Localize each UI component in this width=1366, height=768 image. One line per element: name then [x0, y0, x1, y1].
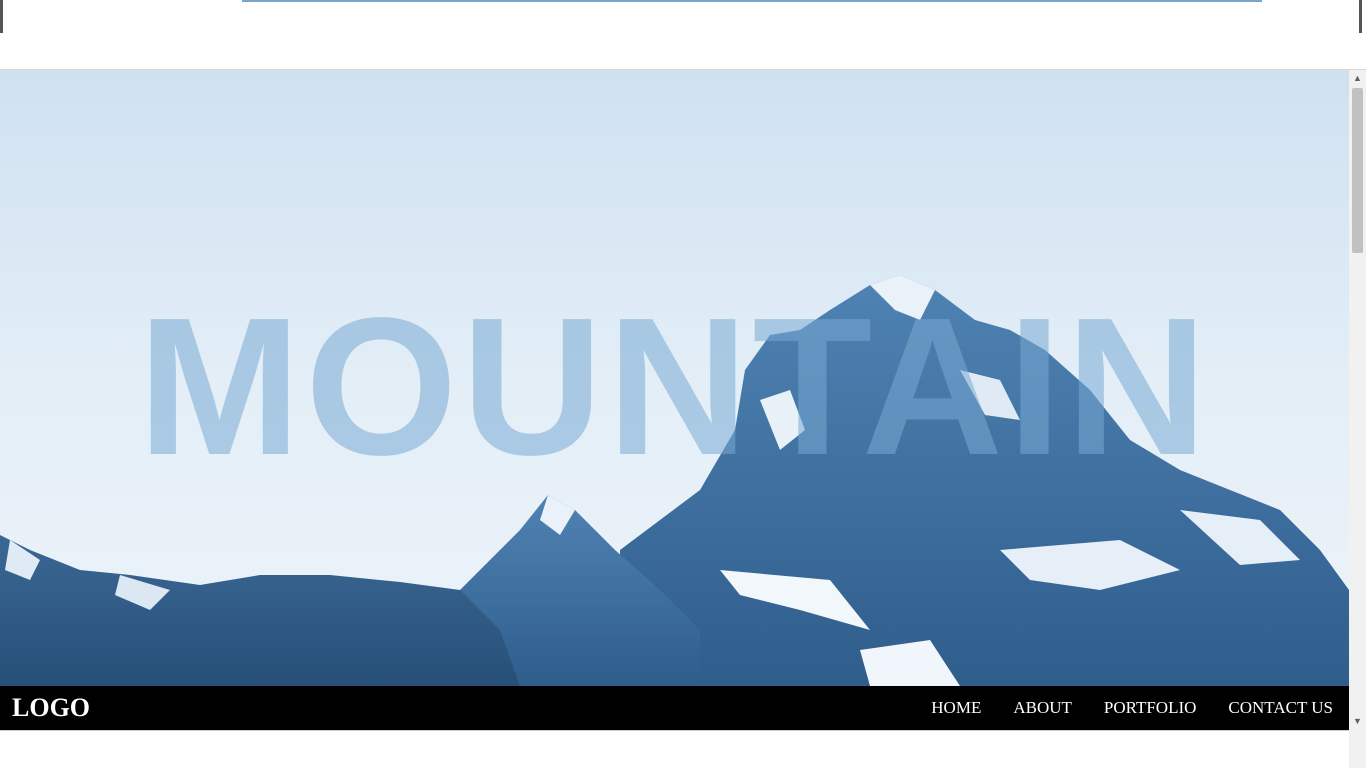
- browser-top-strip: [0, 0, 1366, 70]
- nav-link-contact-us[interactable]: CONTACT US: [1228, 698, 1333, 718]
- navbar: LOGO HOME ABOUT PORTFOLIO CONTACT US: [0, 686, 1349, 730]
- nav-links: HOME ABOUT PORTFOLIO CONTACT US: [899, 698, 1349, 718]
- nav-link-about[interactable]: ABOUT: [1013, 698, 1072, 718]
- nav-link-home[interactable]: HOME: [931, 698, 981, 718]
- triangle-up-icon[interactable]: ▲: [1349, 70, 1366, 87]
- hero-section: MOUNTAIN: [0, 70, 1349, 686]
- logo[interactable]: LOGO: [0, 693, 90, 723]
- scrollbar-thumb[interactable]: [1352, 88, 1363, 253]
- vertical-scrollbar[interactable]: ▲ ▼: [1349, 70, 1366, 768]
- tab-strip-line: [242, 0, 1262, 2]
- window-edge-right: [1359, 0, 1362, 33]
- hero-title: MOUNTAIN: [137, 277, 1212, 496]
- triangle-down-icon[interactable]: ▼: [1349, 713, 1366, 730]
- next-section: [0, 730, 1349, 768]
- nav-link-portfolio[interactable]: PORTFOLIO: [1104, 698, 1197, 718]
- page-viewport: MOUNTAIN LOGO HOME ABOUT PORTFOLIO CONTA…: [0, 70, 1349, 768]
- window-edge-left: [0, 0, 3, 33]
